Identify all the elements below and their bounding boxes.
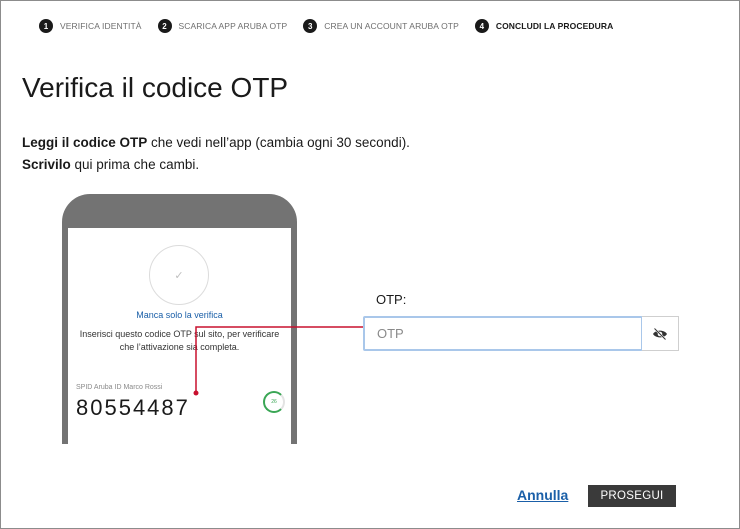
window-frame: 1 VERIFICA IDENTITÀ 2 SCARICA APP ARUBA … <box>0 0 740 529</box>
page-title: Verifica il codice OTP <box>22 72 289 103</box>
step-label: CONCLUDI LA PROCEDURA <box>495 21 614 31</box>
step-number: 4 <box>474 19 489 33</box>
instruction-line-2: Scrivilo qui prima che cambi. <box>22 154 410 176</box>
instruction-1-text: che vedi nell’app (cambia ogni 30 second… <box>147 135 410 150</box>
timer-icon: 26 <box>263 391 285 413</box>
instruction-line-1: Leggi il codice OTP che vedi nell’app (c… <box>22 132 410 154</box>
step-label: SCARICA APP ARUBA OTP <box>178 21 288 31</box>
step-label: VERIFICA IDENTITÀ <box>60 21 142 31</box>
step-4: 4 CONCLUDI LA PROCEDURA <box>474 19 614 33</box>
show-password-button[interactable] <box>642 316 679 351</box>
step-number: 2 <box>157 19 172 33</box>
account-name: SPID Aruba ID Marco Rossi <box>76 384 163 391</box>
cancel-link[interactable]: Annulla <box>517 487 568 503</box>
otp-label: OTP: <box>376 292 407 307</box>
proceed-button[interactable]: PROSEGUI <box>588 485 676 507</box>
instructions: Leggi il codice OTP che vedi nell’app (c… <box>22 132 410 176</box>
step-1: 1 VERIFICA IDENTITÀ <box>39 19 142 33</box>
check-icon: ✓ <box>149 245 209 305</box>
phone-screen: ✓ Manca solo la verifica Inserisci quest… <box>68 228 291 444</box>
step-label: CREA UN ACCOUNT ARUBA OTP <box>324 21 459 31</box>
instruction-1-bold: Leggi il codice OTP <box>22 135 148 150</box>
step-3: 3 CREA UN ACCOUNT ARUBA OTP <box>303 19 459 33</box>
instruction-2-bold: Scrivilo <box>22 157 71 172</box>
stepper: 1 VERIFICA IDENTITÀ 2 SCARICA APP ARUBA … <box>39 19 629 33</box>
instruction-2-text: qui prima che cambi. <box>70 157 200 172</box>
verification-status: Manca solo la verifica <box>136 310 223 320</box>
otp-instructions: Inserisci questo codice OTP sul sito, pe… <box>79 329 280 352</box>
otp-code: 80554487 <box>76 395 190 420</box>
step-number: 3 <box>303 19 318 33</box>
eye-slash-icon <box>653 327 667 340</box>
step-2: 2 SCARICA APP ARUBA OTP <box>157 19 288 33</box>
otp-input[interactable] <box>363 316 643 351</box>
phone-illustration: ✓ Manca solo la verifica Inserisci quest… <box>62 194 297 444</box>
step-number: 1 <box>39 19 53 33</box>
